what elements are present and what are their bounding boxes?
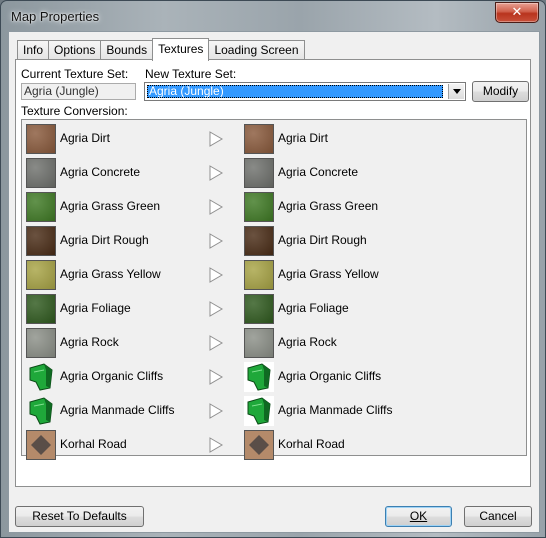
ok-label: OK [409, 509, 428, 523]
concrete-texture-icon [26, 158, 56, 188]
target-texture-label: Agria Concrete [278, 165, 359, 179]
foliage-texture-icon [244, 294, 274, 324]
texture-row[interactable]: Agria Rock Agria Rock [22, 326, 526, 360]
texture-row[interactable]: Agria Foliage Agria Foliage [22, 292, 526, 326]
target-texture-label: Agria Grass Yellow [278, 267, 379, 281]
target-texture-label: Agria Dirt [278, 131, 329, 145]
source-texture-label: Agria Dirt Rough [60, 233, 149, 247]
source-texture-label: Korhal Road [60, 437, 127, 451]
organic-cliff-icon [26, 362, 56, 392]
source-texture-label: Agria Foliage [60, 301, 131, 315]
source-texture-label: Agria Grass Green [60, 199, 161, 213]
texture-row[interactable]: Agria Organic Cliffs Agria Organic Cliffs [22, 360, 526, 394]
rock-texture-icon [244, 328, 274, 358]
current-texture-set-field: Agria (Jungle) [21, 83, 136, 100]
texture-row[interactable]: Agria Grass Yellow Agria Grass Yellow [22, 258, 526, 292]
close-icon: ✕ [511, 5, 523, 20]
source-texture-label: Agria Concrete [60, 165, 141, 179]
road-texture-icon [26, 430, 56, 460]
road-texture-icon [244, 430, 274, 460]
play-arrow-icon[interactable] [208, 301, 224, 317]
texture-row[interactable]: Agria Grass Green Agria Grass Green [22, 190, 526, 224]
grass-green-texture-icon [244, 192, 274, 222]
dialog-body: Info Options Bounds Textures Loading Scr… [8, 31, 540, 533]
organic-cliff-icon [244, 362, 274, 392]
dirt-texture-icon [244, 124, 274, 154]
grass-green-texture-icon [26, 192, 56, 222]
play-arrow-icon[interactable] [208, 335, 224, 351]
tab-loading-screen[interactable]: Loading Screen [208, 40, 305, 61]
target-texture-label: Korhal Road [278, 437, 345, 451]
play-arrow-icon[interactable] [208, 165, 224, 181]
texture-row[interactable]: Agria Dirt Agria Dirt [22, 122, 526, 156]
close-button[interactable]: ✕ [495, 2, 539, 23]
map-properties-window: Map Properties ✕ Info Options Bounds Tex… [0, 0, 546, 538]
foliage-texture-icon [26, 294, 56, 324]
tab-info[interactable]: Info [17, 40, 50, 61]
grass-yellow-texture-icon [26, 260, 56, 290]
texture-row[interactable]: Agria Concrete Agria Concrete [22, 156, 526, 190]
tab-bounds[interactable]: Bounds [100, 40, 154, 61]
texture-conversion-label: Texture Conversion: [21, 104, 128, 118]
new-texture-set-select[interactable]: Agria (Jungle) [144, 82, 466, 101]
source-texture-label: Agria Dirt [60, 131, 111, 145]
target-texture-label: Agria Dirt Rough [278, 233, 367, 247]
tab-textures[interactable]: Textures [152, 38, 210, 61]
window-title: Map Properties [11, 9, 100, 24]
source-texture-label: Agria Organic Cliffs [60, 369, 164, 383]
rock-texture-icon [26, 328, 56, 358]
tab-strip: Info Options Bounds Textures Loading Scr… [17, 38, 305, 61]
grass-yellow-texture-icon [244, 260, 274, 290]
source-texture-label: Agria Rock [60, 335, 119, 349]
concrete-texture-icon [244, 158, 274, 188]
play-arrow-icon[interactable] [208, 403, 224, 419]
manmade-cliff-icon [244, 396, 274, 426]
dirt-rough-texture-icon [26, 226, 56, 256]
cancel-button[interactable]: Cancel [464, 506, 532, 527]
play-arrow-icon[interactable] [208, 233, 224, 249]
ok-button[interactable]: OK [385, 506, 452, 527]
dirt-texture-icon [26, 124, 56, 154]
play-arrow-icon[interactable] [208, 199, 224, 215]
target-texture-label: Agria Organic Cliffs [278, 369, 382, 383]
play-arrow-icon[interactable] [208, 131, 224, 147]
texture-conversion-list: Agria Dirt Agria Dirt Agria Concrete Agria … [21, 119, 527, 460]
reset-to-defaults-button[interactable]: Reset To Defaults [15, 506, 144, 527]
target-texture-label: Agria Grass Green [278, 199, 379, 213]
tab-options[interactable]: Options [48, 40, 102, 61]
new-texture-set-value: Agria (Jungle) [147, 85, 443, 98]
textures-panel: Current Texture Set: New Texture Set: Ag… [15, 59, 531, 487]
texture-row[interactable]: Agria Manmade Cliffs Agria Manmade Cliffs [22, 394, 526, 428]
source-texture-label: Agria Manmade Cliffs [60, 403, 175, 417]
play-arrow-icon[interactable] [208, 437, 224, 453]
play-arrow-icon[interactable] [208, 369, 224, 385]
current-texture-set-label: Current Texture Set: [21, 67, 129, 81]
title-bar[interactable]: Map Properties ✕ [1, 1, 545, 31]
manmade-cliff-icon [26, 396, 56, 426]
chevron-down-icon [452, 89, 461, 94]
texture-row[interactable]: Agria Dirt Rough Agria Dirt Rough [22, 224, 526, 258]
texture-row[interactable]: Korhal Road Korhal Road [22, 428, 526, 462]
modify-button[interactable]: Modify [472, 81, 529, 102]
dirt-rough-texture-icon [244, 226, 274, 256]
dropdown-button[interactable] [448, 84, 464, 99]
target-texture-label: Agria Foliage [278, 301, 349, 315]
source-texture-label: Agria Grass Yellow [60, 267, 161, 281]
target-texture-label: Agria Rock [278, 335, 337, 349]
new-texture-set-label: New Texture Set: [145, 67, 237, 81]
play-arrow-icon[interactable] [208, 267, 224, 283]
target-texture-label: Agria Manmade Cliffs [278, 403, 393, 417]
